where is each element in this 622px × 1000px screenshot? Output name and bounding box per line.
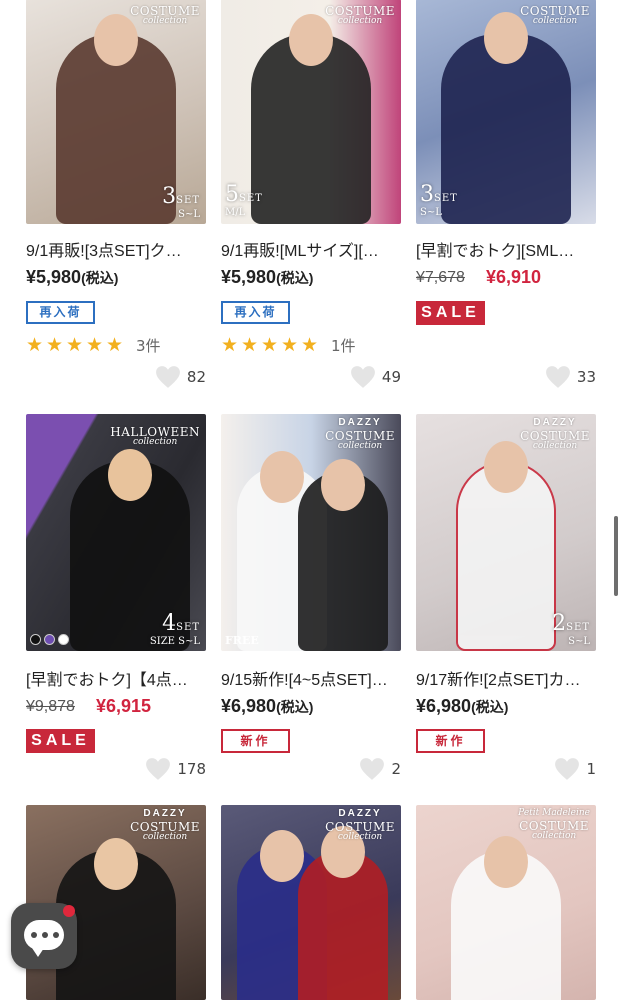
star-icon: ★: [221, 334, 239, 356]
star-icon: ★: [86, 334, 104, 356]
product-image[interactable]: DAZZY COSTUME collection FREE: [221, 414, 401, 651]
star-icon: ★: [301, 334, 319, 356]
star-icon: ★: [281, 334, 299, 356]
color-swatch-purple[interactable]: [44, 634, 55, 645]
like-button[interactable]: 33: [545, 365, 596, 389]
product-image[interactable]: Petit Madeleine COSTUME collection: [416, 805, 596, 1000]
product-title[interactable]: 9/17新作![2点SET]カ…: [416, 666, 606, 690]
brand-mark: HALLOWEEN collection: [110, 425, 200, 447]
new-badge: 新作: [416, 729, 485, 753]
star-icon: ★: [106, 334, 124, 356]
set-count-mark: 4SET SIZE S~L: [149, 611, 200, 647]
like-count: 178: [177, 760, 206, 778]
heart-icon: [155, 366, 180, 388]
sale-badge: SALE: [416, 301, 485, 325]
product-title[interactable]: 9/1再販![3点SET]ク…: [26, 237, 216, 261]
new-badge: 新作: [221, 729, 290, 753]
star-icon: ★: [66, 334, 84, 356]
set-count-mark: 2SET S~L: [552, 611, 590, 647]
product-image[interactable]: COSTUME collection 3SET S~L: [416, 0, 596, 224]
product-card[interactable]: DAZZY COSTUME collection: [221, 805, 401, 1000]
rating: ★ ★ ★ ★ ★ 3件: [26, 335, 161, 356]
heart-icon: [360, 758, 385, 780]
product-price: ¥6,980(税込): [221, 696, 314, 716]
like-count: 33: [576, 368, 596, 386]
review-count: 3件: [136, 337, 161, 355]
like-count: 49: [381, 368, 401, 386]
product-title[interactable]: 9/1再販![MLサイズ][…: [221, 237, 411, 261]
product-title[interactable]: [早割でおトク][SML…: [416, 237, 606, 261]
brand-mark: COSTUME collection: [130, 4, 200, 26]
like-button[interactable]: 178: [145, 757, 206, 781]
original-price: ¥9,878: [26, 698, 75, 715]
brand-mark: Petit Madeleine COSTUME collection: [518, 808, 590, 841]
brand-mark: COSTUME collection: [520, 4, 590, 26]
brand-mark: DAZZY COSTUME collection: [325, 417, 395, 451]
brand-mark: DAZZY COSTUME collection: [520, 417, 590, 451]
product-price: ¥6,980(税込): [416, 696, 509, 716]
set-count-mark: 5SET M/L: [225, 182, 263, 218]
review-count: 1件: [331, 337, 356, 355]
product-price: ¥5,980(税込): [221, 267, 314, 287]
product-card[interactable]: COSTUME collection 3SET S~L 9/1再販![3点SET…: [26, 0, 206, 391]
product-image[interactable]: COSTUME collection 5SET M/L: [221, 0, 401, 224]
set-count-mark: 3SET S~L: [420, 182, 458, 218]
sale-price: ¥6,910: [486, 267, 542, 287]
star-icon: ★: [26, 334, 44, 356]
product-image[interactable]: DAZZY COSTUME collection: [221, 805, 401, 1000]
like-count: 1: [586, 760, 596, 778]
product-title[interactable]: 9/15新作![4~5点SET]…: [221, 666, 411, 690]
product-price: ¥5,980(税込): [26, 267, 119, 287]
sale-price: ¥6,915: [96, 696, 152, 716]
product-card[interactable]: Petit Madeleine COSTUME collection: [416, 805, 596, 1000]
star-icon: ★: [261, 334, 279, 356]
heart-icon: [545, 366, 570, 388]
like-button[interactable]: 1: [554, 757, 596, 781]
color-swatch-black[interactable]: [30, 634, 41, 645]
heart-icon: [146, 758, 171, 780]
original-price: ¥7,678: [416, 269, 465, 286]
color-swatches: [30, 634, 69, 645]
product-card[interactable]: DAZZY COSTUME collection FREE 9/15新作![4~…: [221, 414, 401, 782]
sale-badge: SALE: [26, 729, 95, 753]
notification-dot: [63, 905, 75, 917]
restock-badge: 再入荷: [26, 301, 95, 324]
like-button[interactable]: 82: [155, 365, 206, 389]
star-icon: ★: [46, 334, 64, 356]
product-image[interactable]: COSTUME collection 3SET S~L: [26, 0, 206, 224]
heart-icon: [350, 366, 375, 388]
product-card[interactable]: DAZZY COSTUME collection 2SET S~L 9/17新作…: [416, 414, 596, 782]
like-count: 82: [186, 368, 206, 386]
set-count-mark: 3SET S~L: [162, 184, 200, 220]
star-icon: ★: [241, 334, 259, 356]
product-title[interactable]: [早割でおトク]【4点…: [26, 666, 216, 690]
scrollbar-thumb[interactable]: [614, 516, 618, 596]
chat-dots: [31, 932, 59, 938]
brand-mark: COSTUME collection: [325, 4, 395, 26]
product-card[interactable]: COSTUME collection 5SET M/L 9/1再販![MLサイズ…: [221, 0, 401, 391]
product-card[interactable]: COSTUME collection 3SET S~L [早割でおトク][SML…: [416, 0, 596, 391]
brand-mark: DAZZY COSTUME collection: [325, 808, 395, 842]
brand-mark: DAZZY COSTUME collection: [130, 808, 200, 842]
restock-badge: 再入荷: [221, 301, 290, 324]
chat-button[interactable]: [11, 903, 77, 969]
rating: ★ ★ ★ ★ ★ 1件: [221, 335, 356, 356]
heart-icon: [555, 758, 580, 780]
product-card[interactable]: HALLOWEEN collection 4SET SIZE S~L [早割でお…: [26, 414, 206, 782]
like-count: 2: [391, 760, 401, 778]
like-button[interactable]: 49: [350, 365, 401, 389]
product-image[interactable]: HALLOWEEN collection 4SET SIZE S~L: [26, 414, 206, 651]
size-tag: FREE: [225, 634, 259, 647]
product-image[interactable]: DAZZY COSTUME collection 2SET S~L: [416, 414, 596, 651]
color-swatch-white[interactable]: [58, 634, 69, 645]
like-button[interactable]: 2: [359, 757, 401, 781]
